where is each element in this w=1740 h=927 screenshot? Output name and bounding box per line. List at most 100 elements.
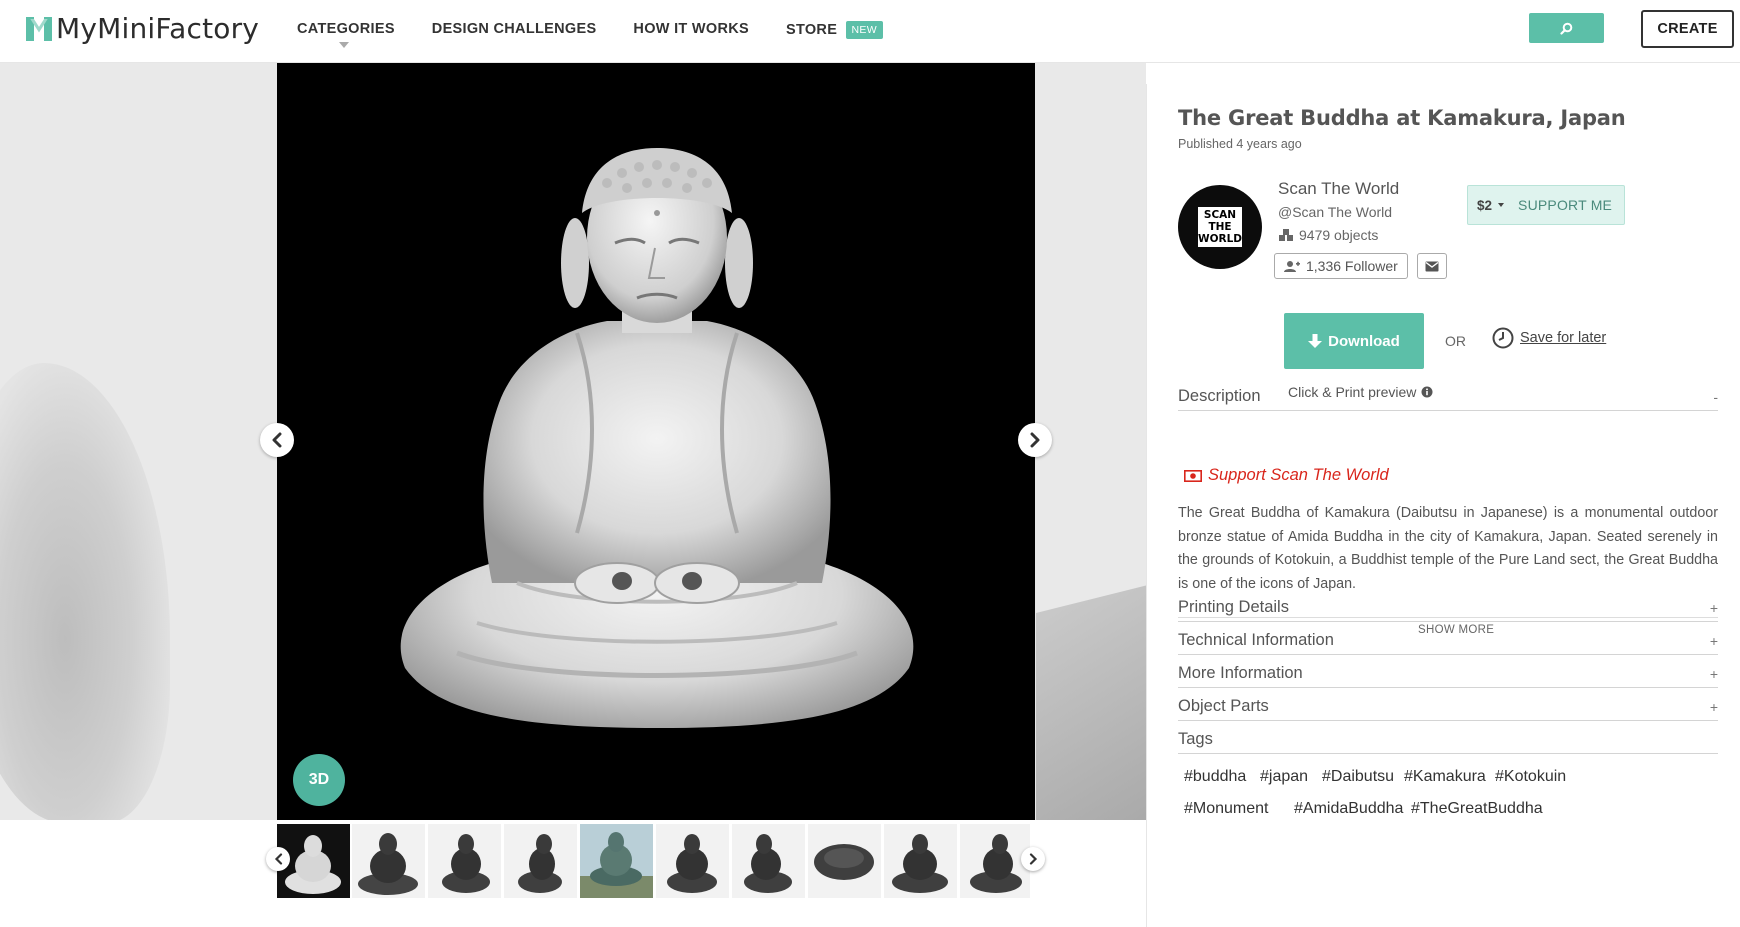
chevron-left-icon (274, 853, 282, 865)
search-button[interactable] (1529, 13, 1604, 43)
nav-design-challenges-label: DESIGN CHALLENGES (431, 21, 597, 37)
support-amount-select[interactable]: $2 (1477, 197, 1505, 213)
tag-buddha[interactable]: #buddha (1184, 768, 1246, 786)
thumbnail-3[interactable] (428, 824, 501, 898)
save-for-later-link[interactable]: Save for later (1492, 327, 1606, 349)
thumbnail-2[interactable] (352, 824, 425, 898)
nav-how-it-works[interactable]: HOW IT WORKS (633, 21, 749, 39)
nav-categories[interactable]: CATEGORIES (297, 21, 395, 48)
follow-button[interactable]: 1,336 Follower (1274, 253, 1408, 279)
expand-toggle: + (1709, 633, 1718, 649)
tag-amidabuddha[interactable]: #AmidaBuddha (1294, 800, 1403, 818)
nav-design-challenges[interactable]: DESIGN CHALLENGES (432, 21, 597, 39)
thumbnail-image (656, 824, 729, 898)
thumbnail-image (808, 824, 881, 898)
chevron-right-icon (1029, 853, 1037, 865)
creator-avatar[interactable]: SCAN THE WORLD (1178, 185, 1262, 269)
download-label: Download (1328, 332, 1400, 350)
money-icon (1184, 469, 1202, 482)
thumbnails-prev-button[interactable] (266, 847, 290, 871)
download-button[interactable]: Download (1284, 313, 1424, 369)
new-badge: NEW (845, 21, 883, 39)
logo-text: MyMiniFactory (56, 12, 260, 45)
chevron-left-icon (272, 432, 282, 448)
previous-image-button[interactable] (260, 423, 294, 457)
caret-down-icon (339, 42, 349, 48)
tag-kotokuin[interactable]: #Kotokuin (1495, 768, 1566, 786)
object-details-panel: The Great Buddha at Kamakura, Japan Publ… (1146, 84, 1740, 927)
expand-toggle: + (1709, 666, 1718, 682)
add-user-icon (1284, 260, 1300, 272)
chevron-right-icon (1030, 432, 1040, 448)
message-button[interactable] (1417, 253, 1447, 279)
tag-japan[interactable]: #japan (1260, 768, 1308, 786)
or-label: OR (1445, 333, 1466, 349)
view-3d-button[interactable]: 3D (293, 754, 345, 806)
more-information-section[interactable]: More Information + (1178, 664, 1718, 688)
thumbnail-image (960, 824, 1030, 898)
nav-how-it-works-label: HOW IT WORKS (633, 21, 749, 37)
main-image-viewer[interactable]: 3D (277, 63, 1035, 820)
caret-down-icon (1498, 203, 1505, 207)
thumbnail-image (504, 824, 577, 898)
expand-toggle: + (1709, 600, 1718, 616)
object-title: The Great Buddha at Kamakura, Japan (1178, 106, 1626, 130)
buddha-statue-image (400, 148, 914, 728)
creator-handle: @Scan The World (1278, 204, 1393, 220)
section-label: Technical Information (1178, 631, 1334, 649)
tag-thegreatbuddha[interactable]: #TheGreatBuddha (1411, 800, 1543, 818)
object-parts-section[interactable]: Object Parts + (1178, 697, 1718, 721)
search-icon (1560, 22, 1573, 35)
description-section-header[interactable]: Description - (1178, 387, 1718, 411)
tag-daibutsu[interactable]: #Daibutsu (1322, 768, 1394, 786)
thumbnail-7[interactable] (732, 824, 805, 898)
description-text: The Great Buddha of Kamakura (Daibutsu i… (1178, 505, 1718, 592)
envelope-icon (1425, 261, 1439, 271)
thumbnail-6[interactable] (656, 824, 729, 898)
next-image-button[interactable] (1018, 423, 1052, 457)
thumbnail-image (884, 824, 957, 898)
tags-section-header: Tags (1178, 730, 1718, 754)
save-for-later-label: Save for later (1520, 330, 1607, 346)
printing-details-section[interactable]: Printing Details + (1178, 598, 1718, 622)
creator-objects-count: 9479 objects (1299, 227, 1379, 243)
technical-information-section[interactable]: Technical Information + (1178, 631, 1718, 655)
section-label: Tags (1178, 730, 1213, 748)
avatar-logo-text: SCAN THE WORLD (1198, 207, 1242, 247)
tag-monument[interactable]: #Monument (1184, 800, 1269, 818)
support-link-label: Support Scan The World (1208, 466, 1389, 484)
nav-categories-label: CATEGORIES (297, 21, 395, 37)
support-creator-link[interactable]: Support Scan The World (1184, 466, 1389, 485)
section-label: More Information (1178, 664, 1303, 682)
clock-icon (1492, 327, 1514, 349)
thumbnail-8[interactable] (808, 824, 881, 898)
creator-objects[interactable]: 9479 objects (1278, 227, 1378, 243)
create-button[interactable]: CREATE (1641, 10, 1734, 48)
support-amount: $2 (1477, 197, 1493, 213)
background-photo-right (1036, 573, 1146, 820)
nav-store[interactable]: STORE NEW (786, 21, 883, 39)
thumbnail-5[interactable] (580, 824, 653, 898)
thumbnail-image (428, 824, 501, 898)
creator-name[interactable]: Scan The World (1278, 179, 1399, 199)
collapse-toggle[interactable]: - (1713, 389, 1718, 405)
thumbnail-9[interactable] (884, 824, 957, 898)
cubes-icon (1279, 229, 1293, 241)
thumbnail-4[interactable] (504, 824, 577, 898)
thumbnail-10[interactable] (960, 824, 1030, 898)
section-label: Printing Details (1178, 598, 1289, 616)
thumbnails-next-button[interactable] (1021, 847, 1045, 871)
nav-store-label: STORE (785, 22, 838, 38)
support-me-button[interactable]: $2 SUPPORT ME (1467, 185, 1625, 225)
expand-toggle: + (1709, 699, 1718, 715)
tag-kamakura[interactable]: #Kamakura (1404, 768, 1486, 786)
thumbnail-image (732, 824, 805, 898)
site-header: MyMiniFactory CATEGORIES DESIGN CHALLENG… (0, 0, 1740, 63)
section-label: Object Parts (1178, 697, 1269, 715)
thumbnail-image (352, 824, 425, 898)
description-heading: Description (1178, 387, 1261, 405)
published-date: Published 4 years ago (1178, 137, 1302, 151)
site-logo[interactable]: MyMiniFactory (26, 12, 259, 45)
main-nav: CATEGORIES DESIGN CHALLENGES HOW IT WORK… (297, 21, 920, 48)
thumbnail-image (580, 824, 653, 898)
